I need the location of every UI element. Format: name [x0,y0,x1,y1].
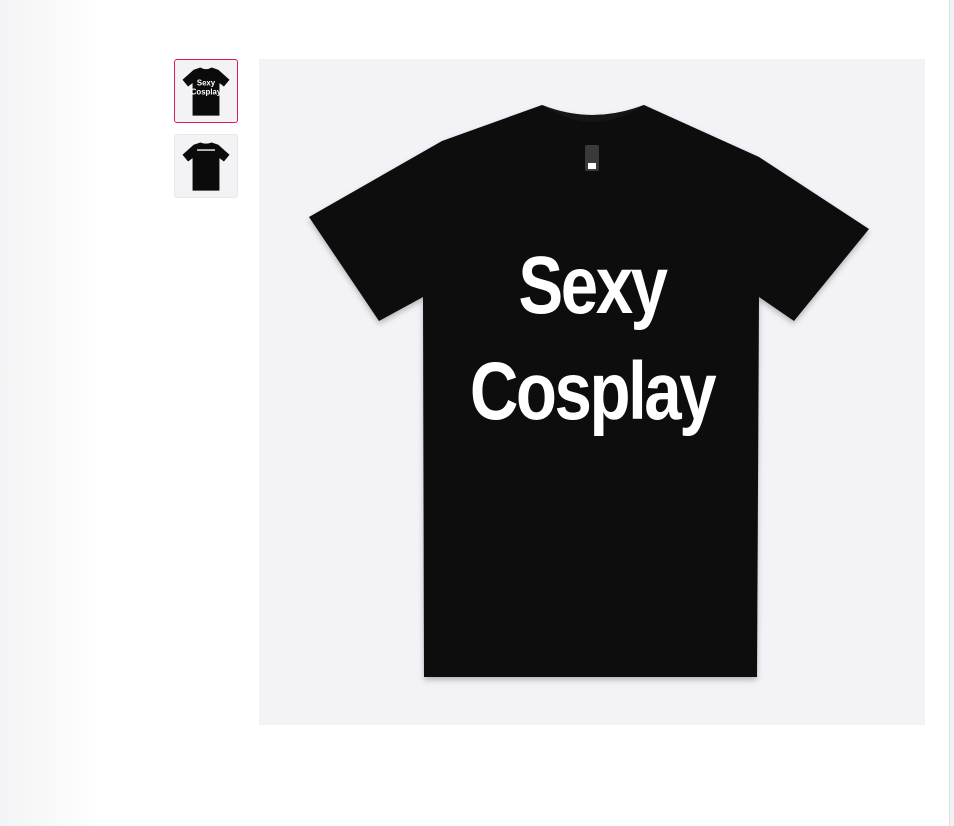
left-panel-fade [0,0,100,826]
thumbnail-strip: Sexy Cosplay [174,59,238,209]
print-line2: Cosplay [470,345,717,437]
thumbnail-front[interactable]: Sexy Cosplay [174,59,238,123]
tshirt-back-thumb-icon [182,142,230,191]
main-product-image[interactable]: Sexy Cosplay [259,59,925,725]
scrollbar-edge[interactable] [949,0,954,826]
thumb-print-line2: Cosplay [191,87,222,96]
product-page: Sexy Cosplay Sexy Cosplay [0,0,954,826]
thumbnail-back[interactable] [174,134,238,198]
tshirt-front-thumb-icon: Sexy Cosplay [182,67,230,116]
print-line1: Sexy [518,239,668,331]
thumb-print-line1: Sexy [197,78,216,87]
tshirt-front-image: Sexy Cosplay [309,105,869,677]
